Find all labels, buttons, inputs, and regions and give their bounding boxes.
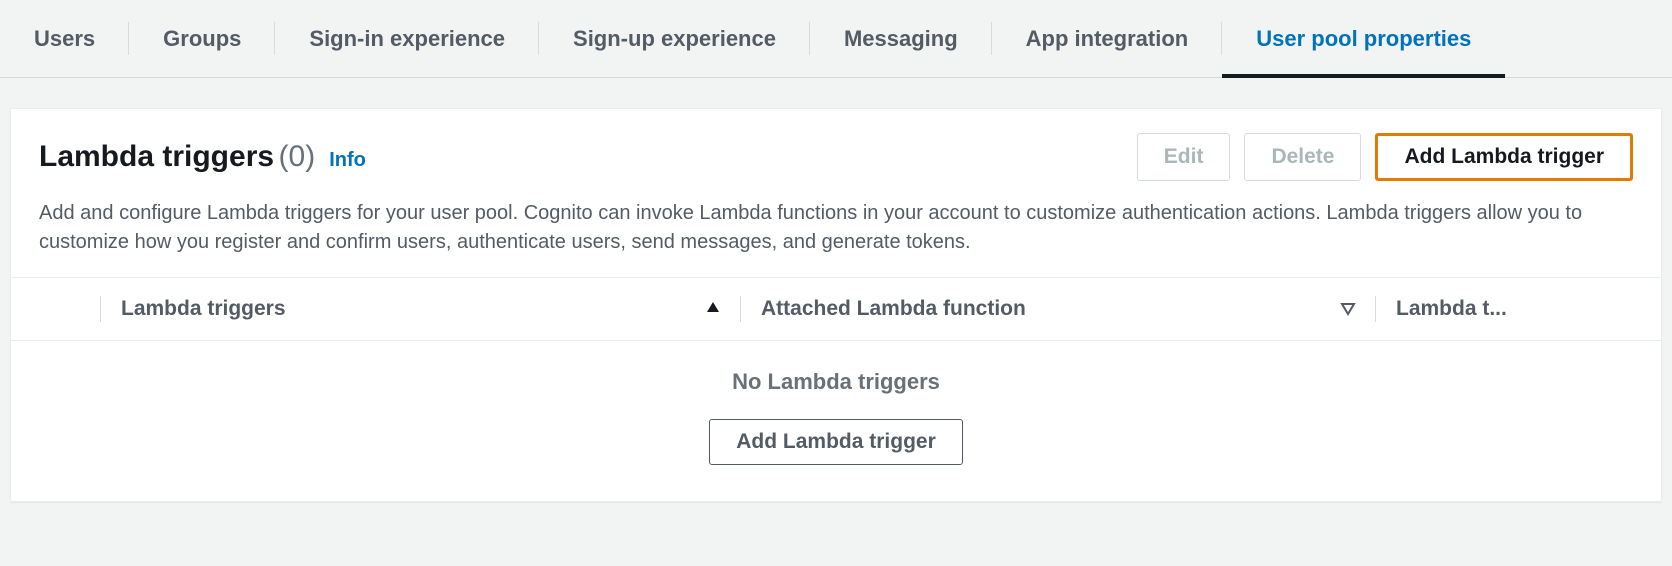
info-link[interactable]: Info bbox=[329, 149, 366, 172]
panel-title: Lambda triggers (0) bbox=[39, 140, 315, 174]
lambda-triggers-panel: Lambda triggers (0) Info Edit Delete Add… bbox=[10, 108, 1662, 502]
tab-app-integration[interactable]: App integration bbox=[992, 0, 1223, 77]
sort-desc-icon bbox=[1340, 302, 1356, 316]
tab-label: Messaging bbox=[844, 26, 958, 52]
tab-sign-in-experience[interactable]: Sign-in experience bbox=[275, 0, 539, 77]
tab-groups[interactable]: Groups bbox=[129, 0, 275, 77]
panel-description: Add and configure Lambda triggers for yo… bbox=[39, 199, 1633, 257]
delete-button[interactable]: Delete bbox=[1244, 133, 1361, 181]
tabs-bar: Users Groups Sign-in experience Sign-up … bbox=[0, 0, 1672, 78]
panel-title-count: (0) bbox=[279, 140, 316, 173]
table-header-lambda-triggers[interactable]: Lambda triggers bbox=[101, 278, 741, 340]
panel-header: Lambda triggers (0) Info Edit Delete Add… bbox=[11, 109, 1661, 277]
empty-state: No Lambda triggers Add Lambda trigger bbox=[11, 341, 1661, 501]
table-header-lambda-truncated[interactable]: Lambda t... bbox=[1376, 278, 1661, 340]
edit-button[interactable]: Edit bbox=[1137, 133, 1231, 181]
tab-messaging[interactable]: Messaging bbox=[810, 0, 992, 77]
tab-users[interactable]: Users bbox=[0, 0, 129, 77]
column-label: Lambda t... bbox=[1396, 297, 1507, 321]
tab-label: Groups bbox=[163, 26, 241, 52]
title-row: Lambda triggers (0) Info Edit Delete Add… bbox=[39, 133, 1633, 181]
tab-label: Sign-up experience bbox=[573, 26, 776, 52]
tab-sign-up-experience[interactable]: Sign-up experience bbox=[539, 0, 810, 77]
sort-asc-icon bbox=[705, 300, 721, 319]
table-header-select bbox=[11, 278, 101, 340]
tab-label: Users bbox=[34, 26, 95, 52]
table-header-attached-function[interactable]: Attached Lambda function bbox=[741, 278, 1376, 340]
column-label: Attached Lambda function bbox=[761, 297, 1026, 321]
table-header: Lambda triggers Attached Lambda function… bbox=[11, 277, 1661, 341]
empty-add-lambda-trigger-button[interactable]: Add Lambda trigger bbox=[709, 419, 963, 465]
tab-user-pool-properties[interactable]: User pool properties bbox=[1222, 0, 1505, 77]
column-label: Lambda triggers bbox=[121, 297, 286, 321]
panel-actions: Edit Delete Add Lambda trigger bbox=[1137, 133, 1633, 181]
tab-label: User pool properties bbox=[1256, 26, 1471, 52]
title-left: Lambda triggers (0) Info bbox=[39, 140, 366, 174]
tab-label: App integration bbox=[1026, 26, 1189, 52]
empty-message: No Lambda triggers bbox=[11, 369, 1661, 395]
panel-title-text: Lambda triggers bbox=[39, 140, 274, 173]
add-lambda-trigger-button[interactable]: Add Lambda trigger bbox=[1375, 133, 1633, 181]
tab-label: Sign-in experience bbox=[309, 26, 505, 52]
